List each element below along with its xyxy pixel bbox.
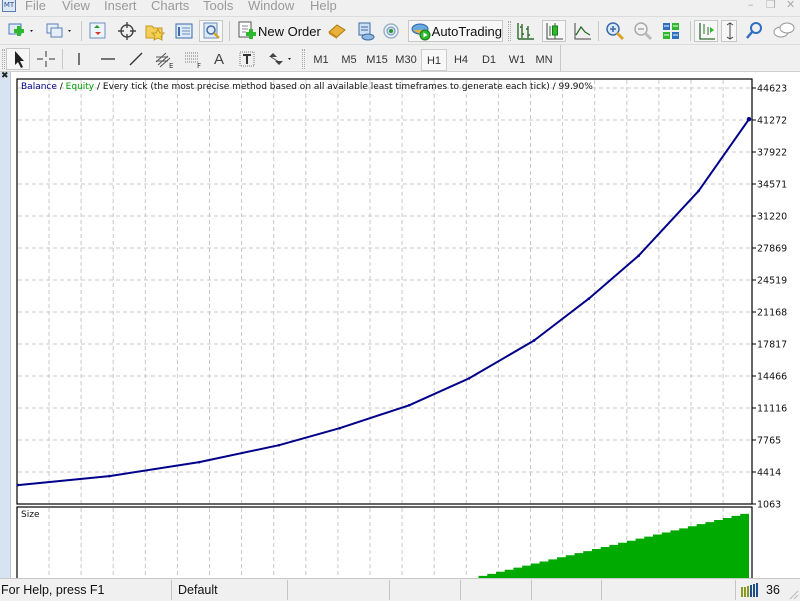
legend-balance: Balance — [21, 82, 57, 92]
size-area — [478, 513, 749, 578]
balance-point — [467, 377, 471, 380]
y-tick-label: 7765 — [757, 435, 781, 446]
status-connection-value: 36 — [766, 583, 780, 597]
connection-status-icon — [741, 583, 758, 597]
y-tick-label: 34571 — [757, 179, 787, 190]
y-tick-label: 44623 — [757, 84, 787, 95]
y-tick-label: 24519 — [757, 275, 787, 286]
status-help-text: For Help, press F1 — [1, 583, 105, 597]
balance-end-marker — [746, 116, 752, 122]
resize-grip-icon[interactable] — [789, 590, 799, 600]
y-tick-label: 41272 — [757, 116, 787, 127]
status-profile: Default — [178, 583, 218, 597]
y-tick-label: 31220 — [757, 211, 787, 222]
balance-point — [697, 189, 700, 193]
legend-separator: / — [56, 82, 66, 92]
status-bar: For Help, press F1 Default 36 — [0, 578, 800, 600]
balance-point — [108, 474, 111, 478]
size-subchart-label: Size — [21, 510, 40, 520]
balance-point — [532, 339, 536, 342]
y-tick-label: 37922 — [757, 147, 787, 158]
y-tick-label: 14466 — [757, 372, 787, 383]
balance-point — [637, 254, 640, 258]
y-tick-label: 17817 — [757, 339, 787, 350]
y-tick-label: 21168 — [757, 307, 787, 318]
legend-equity: Equity — [65, 82, 95, 92]
y-tick-label: 11116 — [757, 403, 787, 414]
balance-line — [17, 118, 750, 487]
balance-point — [407, 403, 411, 407]
balance-point — [277, 443, 281, 447]
balance-point — [197, 460, 201, 464]
chart-legend: Balance / Equity / Every tick (the most … — [21, 82, 593, 92]
balance-point — [16, 483, 20, 487]
y-tick-label: 4414 — [757, 467, 781, 478]
balance-point — [338, 426, 341, 430]
y-tick-label: 1063 — [757, 500, 781, 511]
legend-description: / Every tick (the most precise method ba… — [94, 82, 593, 92]
y-tick-label: 27869 — [757, 244, 787, 255]
balance-point — [587, 297, 591, 300]
